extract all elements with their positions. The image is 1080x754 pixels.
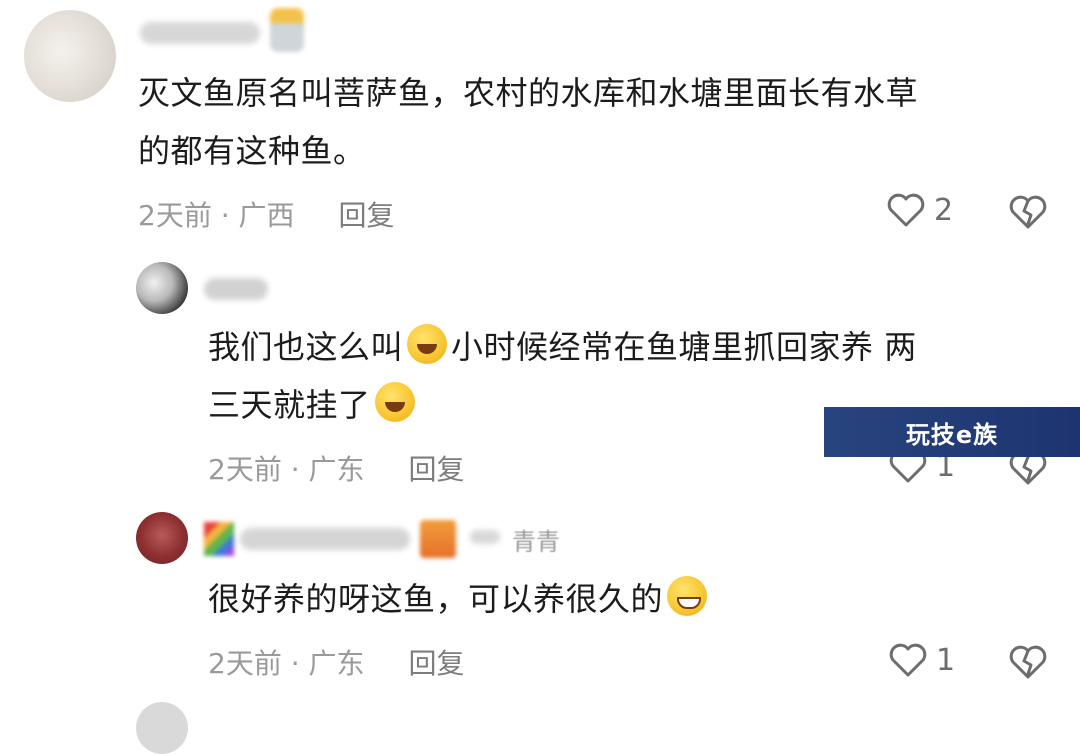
time-location: 2天前 · 广东 xyxy=(208,647,365,680)
username-blurred[interactable] xyxy=(140,22,260,44)
comment-text: 我们也这么叫 小时候经常在鱼塘里抓回家养 两 三天就挂了 xyxy=(208,318,917,434)
comment-meta: 2天前 · 广西 回复 xyxy=(138,194,395,234)
avatar[interactable] xyxy=(136,702,188,754)
like-button[interactable]: 2 xyxy=(886,192,953,228)
user-tag: 青青 xyxy=(512,528,560,556)
username-blurred[interactable] xyxy=(204,278,268,300)
avatar[interactable] xyxy=(136,262,188,314)
facepalm-emoji xyxy=(374,382,415,422)
heart-outline-icon xyxy=(887,193,925,227)
reply-button[interactable]: 回复 xyxy=(409,453,465,486)
avatar[interactable] xyxy=(136,512,188,564)
heart-outline-icon xyxy=(889,643,927,677)
username-blurred[interactable] xyxy=(240,528,410,550)
comment-text: 很好养的呀这鱼，可以养很久的 xyxy=(208,570,711,628)
comment-text: 灭文鱼原名叫菩萨鱼，农村的水库和水塘里面长有水草 的都有这种鱼。 xyxy=(138,74,919,170)
like-count: 1 xyxy=(936,642,956,678)
avatar[interactable] xyxy=(24,10,116,102)
comment-meta: 2天前 · 广东 回复 xyxy=(208,448,465,488)
rainbow-badge-icon xyxy=(204,522,234,556)
watermark: 玩技e族 xyxy=(824,407,1080,457)
like-count: 2 xyxy=(934,192,954,228)
broken-heart-icon[interactable] xyxy=(1008,644,1048,680)
time-location: 2天前 · 广东 xyxy=(208,453,365,486)
user-badge-icon xyxy=(270,8,304,52)
reply-button[interactable]: 回复 xyxy=(339,199,395,232)
crying-laugh-emoji xyxy=(407,324,448,364)
time-location: 2天前 · 广西 xyxy=(138,199,295,232)
username-blurred xyxy=(470,530,500,544)
broken-heart-icon[interactable] xyxy=(1008,194,1048,230)
user-badge-icon xyxy=(420,520,456,558)
comment-meta: 2天前 · 广东 回复 xyxy=(208,642,465,682)
grin-emoji xyxy=(667,576,708,616)
like-button[interactable]: 1 xyxy=(888,642,955,678)
reply-button[interactable]: 回复 xyxy=(409,647,465,680)
